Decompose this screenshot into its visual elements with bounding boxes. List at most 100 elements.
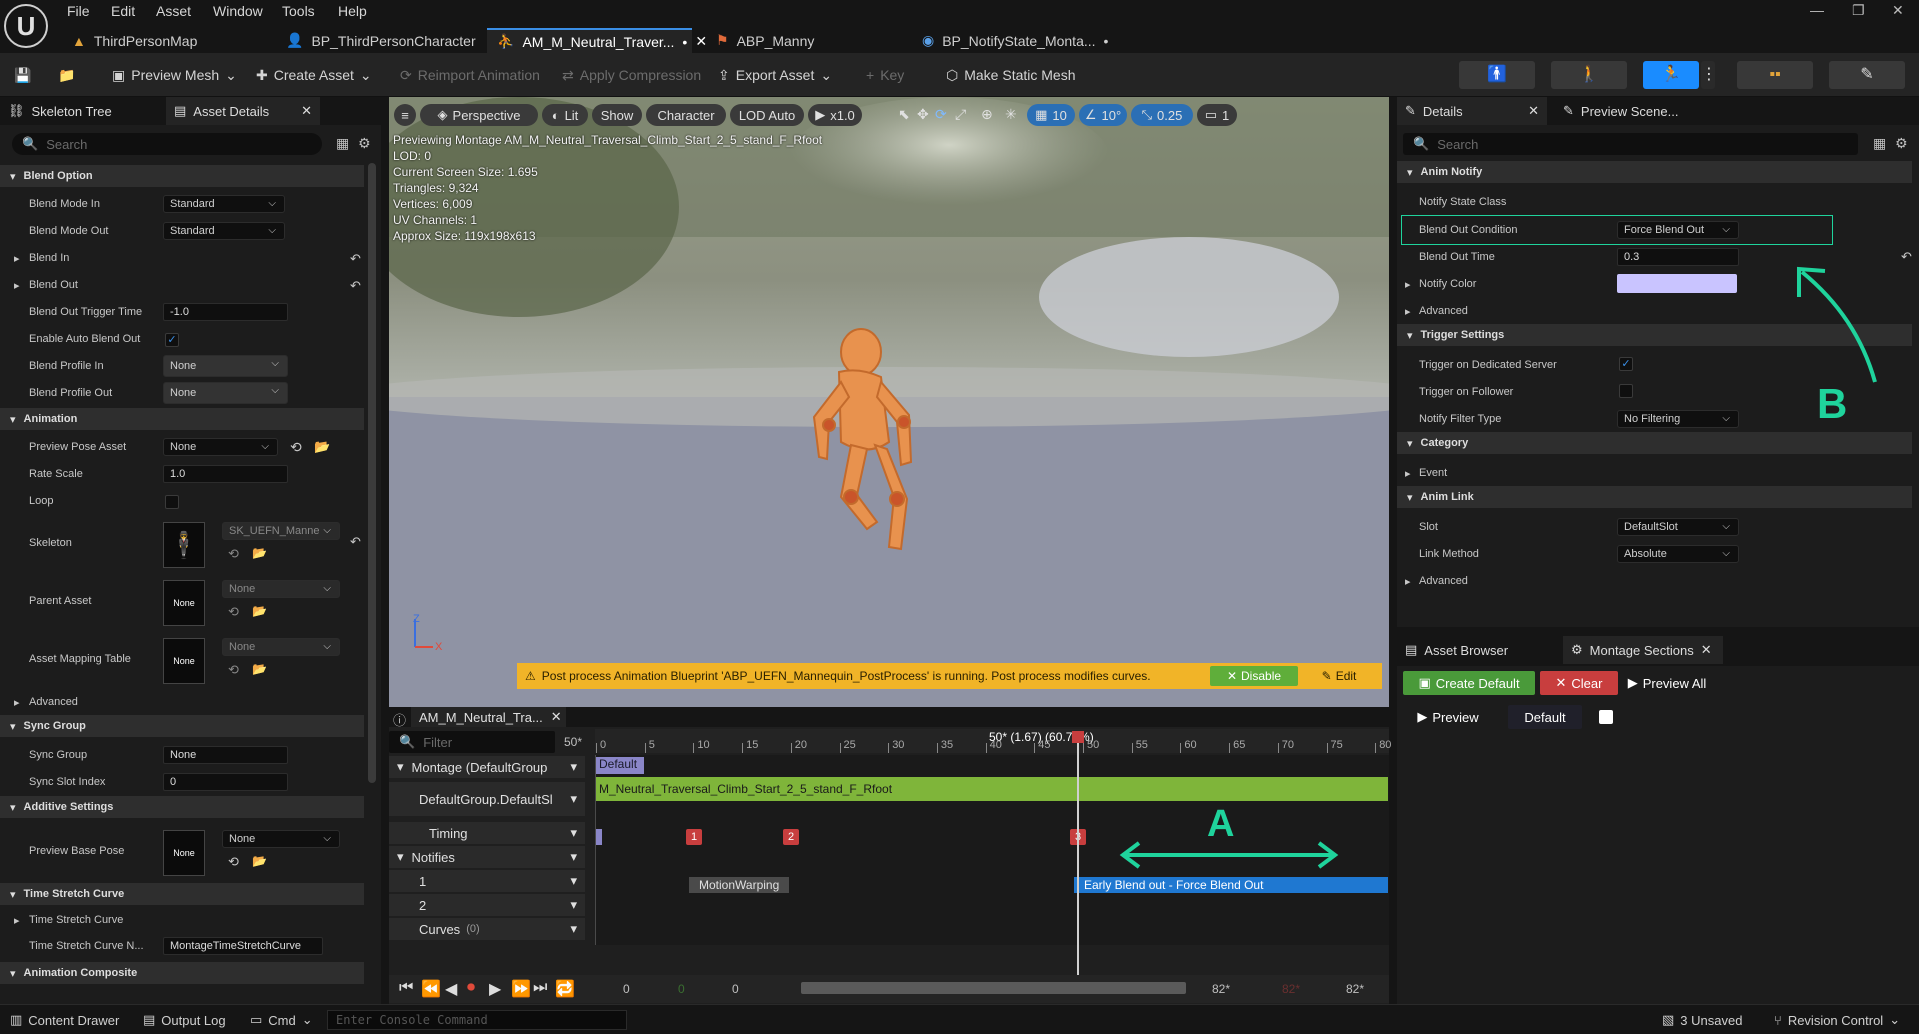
grid-view-icon[interactable]: ▦ [336,135,349,152]
key-button[interactable]: + Key [866,63,904,87]
reset-icon[interactable]: ↶ [350,278,361,294]
output-log-button[interactable]: ▤ Output Log [143,1012,226,1028]
use-asset-icon[interactable]: ⟲ [290,439,302,456]
unreal-logo-icon[interactable]: U [4,4,48,48]
anim-segment[interactable]: M_Neutral_Traversal_Climb_Start_2_5_stan… [596,777,1388,801]
dropdown-arrow-icon[interactable]: ▾ [570,791,577,807]
dropdown-arrow-icon[interactable]: ▾ [570,759,577,775]
tab-montage-sections[interactable]: ⚙ Montage Sections ✕ [1563,636,1723,664]
scale-tool-icon[interactable]: ⤢ [955,106,966,123]
skeleton-thumbnail[interactable]: 🕴 [163,522,205,568]
tab-am-montage[interactable]: ⛹ AM_M_Neutral_Traver... • ✕ [487,28,707,53]
dropdown-arrow-icon[interactable]: ▾ [570,897,577,913]
montage-section-default[interactable]: Default [596,757,644,774]
translate-tool-icon[interactable]: ✥ [917,106,929,123]
range-end-red[interactable]: 82* [1282,982,1300,996]
sync-slot-index-field[interactable]: 0 [163,773,288,791]
expand-arrow-icon[interactable]: ▸ [14,914,20,927]
track-montage[interactable]: ▾ Montage (DefaultGroup ▾ [389,756,585,778]
blueprint-mode-button[interactable]: ▪▪ [1737,61,1813,89]
loop-checkbox[interactable] [165,495,179,509]
notify-filter-type-combo[interactable]: No Filtering ⌵ [1617,410,1739,428]
minimize-icon[interactable]: — [1810,2,1824,18]
viewport-menu-button[interactable]: ≡ [394,104,416,126]
tab-preview-scene[interactable]: ✎ Preview Scene... [1555,97,1705,125]
menu-tools[interactable]: Tools [282,3,315,19]
range-view-end[interactable]: 82* [1346,982,1364,996]
step-back-icon[interactable]: ⏪ [421,979,441,999]
blend-mode-out-combo[interactable]: Standard ⌵ [163,222,285,240]
dropdown-arrow-icon[interactable]: ▾ [570,921,577,937]
expand-arrow-icon[interactable]: ▸ [1405,575,1411,588]
tab-asset-details[interactable]: ▤ Asset Details ✕ [166,97,320,125]
tab-skeleton-tree[interactable]: ⛓ Skeleton Tree [0,97,165,125]
physics-mode-button[interactable]: ✎ [1829,61,1905,89]
rate-scale-field[interactable]: 1.0 [163,465,288,483]
use-asset-icon[interactable]: ⟲ [228,854,239,870]
section-default-button[interactable]: Default [1508,705,1582,729]
menu-asset[interactable]: Asset [156,3,191,19]
left-scrollbar[interactable] [368,163,376,783]
preview-base-combo[interactable]: None ⌵ [222,830,340,848]
asset-mapping-thumbnail[interactable]: None [163,638,205,684]
range-current[interactable]: 0 [732,982,739,996]
playback-speed-button[interactable]: ▶ x1.0 [808,104,862,126]
section-anim-notify[interactable]: ▾ Anim Notify [1397,161,1912,183]
track-timing[interactable]: Timing ▾ [389,822,585,844]
tab-timeline[interactable]: AM_M_Neutral_Tra... ✕ [411,707,566,727]
rotate-tool-icon[interactable]: ⟳ [935,106,947,123]
angle-snap-button[interactable]: ∠ 10° [1079,104,1127,126]
section-category[interactable]: ▾ Category [1397,432,1912,454]
track-notifies[interactable]: ▾ Notifies ▾ [389,846,585,868]
console-command-input[interactable]: Enter Console Command [327,1010,627,1030]
preview-mesh-button[interactable]: ▣ Preview Mesh ⌄ [112,63,237,87]
play-reverse-icon[interactable]: ◀ [445,979,457,999]
content-drawer-button[interactable]: ▥ Content Drawer [10,1012,119,1028]
timeline-filter-input[interactable]: 🔍 Filter [389,731,555,753]
preview-pose-combo[interactable]: None ⌵ [163,438,278,456]
blend-out-time-field[interactable]: 0.3 [1617,248,1739,266]
parent-asset-combo[interactable]: None ⌵ [222,580,340,598]
browse-asset-icon[interactable]: 📂 [314,439,330,455]
section-additive-settings[interactable]: ▾ Additive Settings [0,796,364,818]
record-icon[interactable]: ⏺ [467,979,475,997]
skeleton-mode-button[interactable]: 🚹 [1459,61,1535,89]
playhead-line[interactable] [1077,731,1079,977]
make-static-mesh-button[interactable]: ⬡ Make Static Mesh [946,63,1076,87]
browse-asset-icon[interactable]: 📂 [252,604,267,618]
revision-control-button[interactable]: ⑂ Revision Control ⌄ [1774,1012,1900,1028]
link-method-combo[interactable]: Absolute ⌵ [1617,545,1739,563]
track-curves[interactable]: Curves (0) ▾ [389,918,585,940]
sync-group-field[interactable]: None [163,746,288,764]
section-time-stretch-curve[interactable]: ▾ Time Stretch Curve [0,883,364,905]
dropdown-arrow-icon[interactable]: ▾ [570,825,577,841]
create-default-button[interactable]: ▣ Create Default [1403,671,1535,695]
lod-button[interactable]: LOD Auto [730,104,804,126]
grid-snap-button[interactable]: ▦ 10 [1027,104,1075,126]
more-options-icon[interactable]: ⋮ [1701,61,1717,89]
track-notify-1[interactable]: 1 ▾ [389,870,585,892]
section-animation-composite[interactable]: ▾ Animation Composite [0,962,364,984]
disable-button[interactable]: ✕ Disable [1210,666,1298,686]
expand-arrow-icon[interactable]: ▸ [1405,305,1411,318]
blend-profile-in-combo[interactable]: None ⌵ [163,355,288,377]
apply-compression-button[interactable]: ⇄ Apply Compression [562,63,701,87]
edit-button[interactable]: ✎ Edit [1309,666,1369,686]
close-window-icon[interactable]: ✕ [1892,2,1904,19]
tab-details[interactable]: ✎ Details ✕ [1397,97,1547,125]
settings-gear-icon[interactable]: ⚙ [358,135,371,152]
asset-mapping-combo[interactable]: None ⌵ [222,638,340,656]
dropdown-arrow-icon[interactable]: ▾ [570,873,577,889]
mesh-mode-button[interactable]: 🚶 [1551,61,1627,89]
tab-bp-notifystate[interactable]: ◉ BP_NotifyState_Monta... • [912,28,1122,53]
reset-icon[interactable]: ↶ [350,534,361,550]
camera-speed-button[interactable]: ▭ 1 [1197,104,1237,126]
section-animation[interactable]: ▾ Animation [0,408,364,430]
timing-marker-2[interactable]: 2 [783,829,799,845]
trigger-dedicated-checkbox[interactable]: ✓ [1619,357,1633,371]
scale-snap-button[interactable]: ⤡ 0.25 [1131,104,1193,126]
range-mid[interactable]: 0 [678,982,685,996]
expand-arrow-icon[interactable]: ▸ [1405,278,1411,291]
tab-asset-browser[interactable]: ▤ Asset Browser [1397,636,1557,664]
section-sync-group[interactable]: ▾ Sync Group [0,715,364,737]
